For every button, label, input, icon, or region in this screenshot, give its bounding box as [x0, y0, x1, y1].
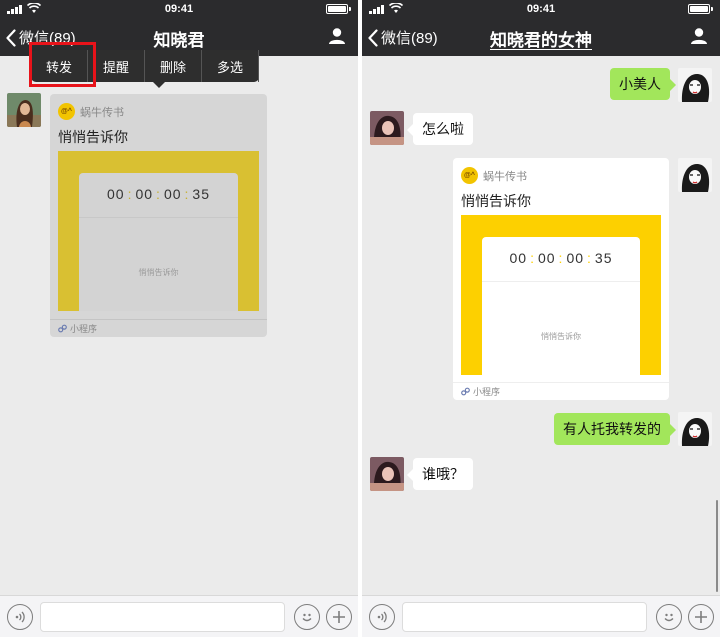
app-name: 蜗牛传书 [80, 106, 124, 119]
highlight-box [29, 42, 96, 87]
received-message[interactable]: 谁哦？ [407, 458, 473, 490]
voice-icon [377, 611, 387, 623]
person-icon[interactable] [328, 27, 346, 45]
preview-text: 悄悄告诉你 [541, 332, 581, 341]
battery-icon [688, 4, 713, 14]
message-input[interactable] [40, 602, 285, 632]
miniprogram-label: 小程序 [473, 387, 501, 397]
plus-button[interactable] [688, 604, 714, 630]
countdown-timer: 00:00:00:35 [107, 186, 210, 202]
card-title: 悄悄告诉你 [58, 129, 128, 145]
countdown-timer: 00:00:00:35 [509, 250, 613, 266]
contact-avatar[interactable] [370, 111, 404, 145]
contact-avatar[interactable] [370, 457, 404, 491]
miniprogram-card[interactable]: @^ 蜗牛传书 悄悄告诉你 00:00:00:35 悄悄告诉你 小程序 [453, 158, 669, 400]
card-header: @^ 蜗牛传书 [58, 103, 124, 120]
app-logo: @^ [461, 167, 478, 184]
emoji-button[interactable] [294, 604, 320, 630]
battery-icon [326, 4, 351, 14]
card-title: 悄悄告诉你 [461, 193, 531, 209]
voice-button[interactable] [369, 604, 395, 630]
status-bar: 09:41 [362, 0, 720, 18]
nav-bar: 微信(89) 知晓君的女神 [362, 18, 720, 56]
preview-text: 悄悄告诉你 [138, 268, 179, 277]
input-bar [0, 595, 358, 637]
emoji-icon [302, 613, 312, 622]
menu-item-delete[interactable]: 删除 [145, 50, 202, 82]
status-time: 09:41 [164, 3, 194, 15]
plus-button[interactable] [326, 604, 352, 630]
plus-icon [333, 611, 345, 623]
left-phone-screen: 09:41 微信(89) 知晓君 @^ 蜗牛传书 悄悄告诉你 00:00:00:… [0, 0, 358, 637]
app-logo: @^ [58, 103, 75, 120]
miniprogram-label: 小程序 [70, 324, 98, 334]
scrollbar[interactable] [716, 500, 718, 592]
contact-avatar[interactable] [7, 93, 41, 127]
card-footer: 小程序 [453, 382, 669, 400]
card-footer: 小程序 [50, 319, 267, 337]
miniprogram-link-icon [58, 324, 67, 333]
status-bar: 09:41 [0, 0, 358, 18]
countdown-panel: 00:00:00:35 悄悄告诉你 [79, 173, 238, 311]
menu-item-multiselect[interactable]: 多选 [202, 50, 259, 82]
card-preview: 00:00:00:35 悄悄告诉你 [58, 151, 259, 311]
app-name: 蜗牛传书 [483, 170, 527, 183]
countdown-panel: 00:00:00:35 悄悄告诉你 [482, 237, 640, 375]
card-header: @^ 蜗牛传书 [461, 167, 527, 184]
person-icon[interactable] [690, 27, 708, 45]
self-avatar[interactable] [678, 158, 712, 192]
emoji-icon [664, 613, 674, 622]
status-time: 09:41 [526, 3, 556, 15]
card-preview: 00:00:00:35 悄悄告诉你 [461, 215, 661, 375]
miniprogram-card[interactable]: @^ 蜗牛传书 悄悄告诉你 00:00:00:35 悄悄告诉你 小程序 [50, 94, 267, 337]
input-bar [362, 595, 720, 637]
message-input[interactable] [402, 602, 647, 632]
right-phone-screen: 09:41 微信(89) 知晓君的女神 小美人 怎么啦 @^ 蜗牛传书 悄悄告诉… [362, 0, 720, 637]
emoji-button[interactable] [656, 604, 682, 630]
received-message[interactable]: 怎么啦 [407, 113, 473, 145]
voice-icon [15, 611, 25, 623]
self-avatar[interactable] [678, 412, 712, 446]
miniprogram-link-icon [461, 387, 470, 396]
sent-message[interactable]: 小美人 [610, 68, 676, 100]
voice-button[interactable] [7, 604, 33, 630]
self-avatar[interactable] [678, 68, 712, 102]
plus-icon [695, 611, 707, 623]
sent-message[interactable]: 有人托我转发的 [554, 413, 676, 445]
menu-item-remind[interactable]: 提醒 [88, 50, 145, 82]
chat-title: 知晓君的女神 [490, 31, 592, 50]
